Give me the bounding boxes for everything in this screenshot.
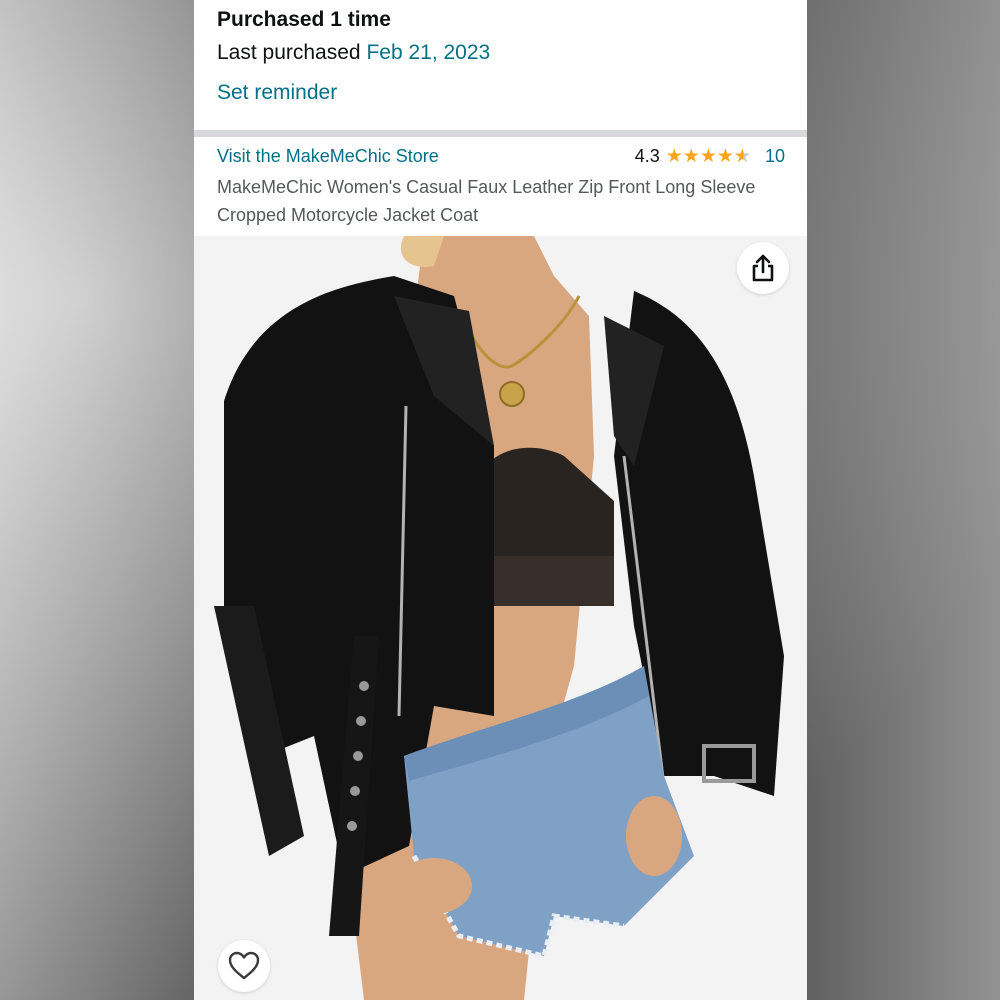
wishlist-button[interactable] xyxy=(218,940,270,992)
product-image[interactable] xyxy=(194,236,807,1000)
share-button[interactable] xyxy=(737,242,789,294)
share-icon xyxy=(752,254,774,282)
star-icon: ★ xyxy=(716,146,734,167)
rating-value: 4.3 xyxy=(634,146,660,166)
purchase-history-section: Purchased 1 time Last purchased Feb 21, … xyxy=(194,0,807,130)
star-icon: ★ xyxy=(665,146,683,167)
set-reminder-link[interactable]: Set reminder xyxy=(217,81,337,105)
heart-icon xyxy=(228,951,260,980)
star-rating: ★ ★ ★ ★ ★ xyxy=(666,147,751,166)
star-icon: ★ xyxy=(699,146,717,167)
rating-summary[interactable]: 4.3 ★ ★ ★ ★ ★ 10 xyxy=(635,146,785,167)
product-photo-illustration xyxy=(214,236,784,1000)
store-link[interactable]: Visit the MakeMeChic Store xyxy=(217,146,439,167)
section-divider xyxy=(194,130,807,137)
product-card: Purchased 1 time Last purchased Feb 21, … xyxy=(194,0,807,1000)
last-purchased-date[interactable]: Feb 21, 2023 xyxy=(366,41,490,64)
last-purchased-label: Last purchased xyxy=(217,41,361,64)
product-title[interactable]: MakeMeChic Women's Casual Faux Leather Z… xyxy=(217,173,777,229)
purchase-count: Purchased 1 time xyxy=(217,8,391,31)
rating-count[interactable]: 10 xyxy=(765,146,785,167)
last-purchased: Last purchased Feb 21, 2023 xyxy=(217,41,490,65)
half-star-icon: ★ xyxy=(733,146,751,167)
star-icon: ★ xyxy=(682,146,700,167)
